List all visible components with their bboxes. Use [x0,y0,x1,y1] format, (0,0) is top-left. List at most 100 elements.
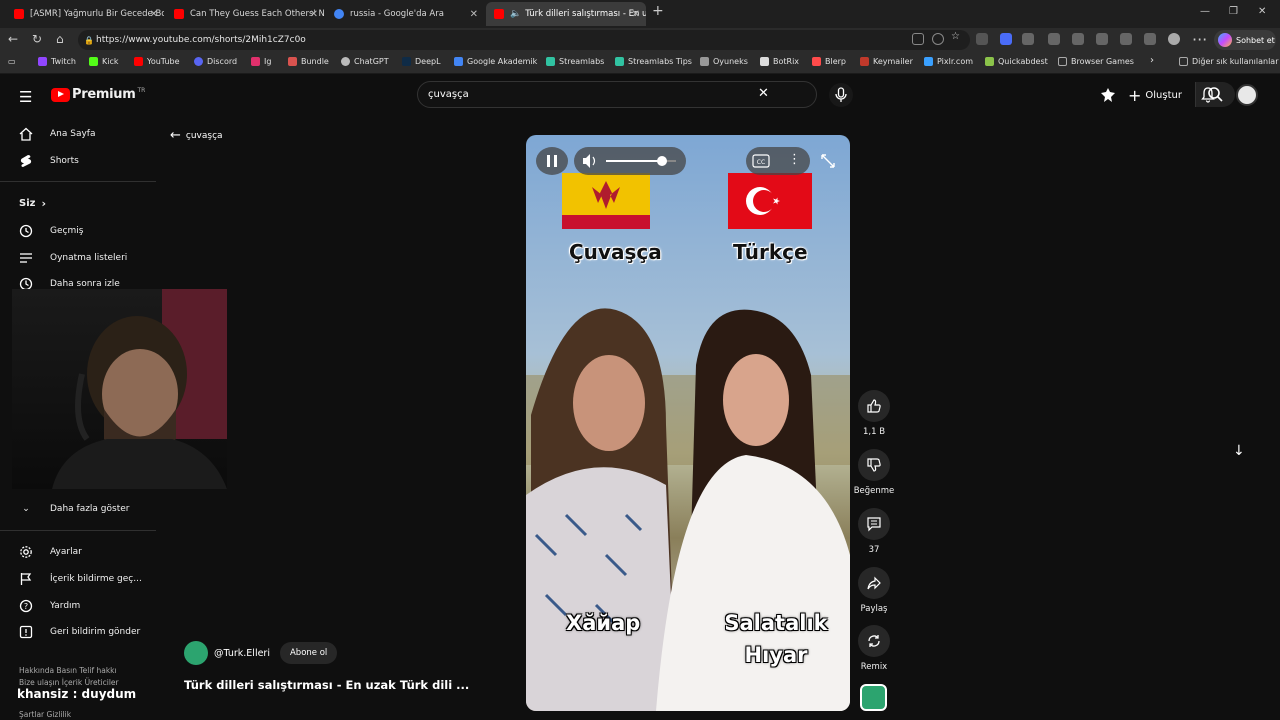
split-screen-icon[interactable] [1048,33,1060,45]
like-button[interactable]: 1,1 B [852,390,896,437]
close-icon[interactable]: ✕ [632,9,640,20]
bookmark-ig[interactable]: Ig [251,57,271,66]
history-icon [19,224,33,238]
bookmark-youtube[interactable]: YouTube [134,57,180,66]
volume-knob[interactable] [657,156,667,166]
remix-button[interactable]: Remix [852,625,896,672]
bookmark-browser-games[interactable]: Browser Games [1058,57,1134,66]
share-icon[interactable] [1144,33,1156,45]
reading-list-icon[interactable]: ▭ [8,57,16,66]
extension-gamepad-icon[interactable] [976,33,988,45]
bookmark-pixlr[interactable]: Pixlr.com [924,57,973,66]
channel-name[interactable]: @Turk.Elleri [214,648,270,659]
tab-title: russia - Google'da Ara [350,9,444,19]
bookmark-deepl[interactable]: DeepL [402,57,441,66]
video-title[interactable]: Türk dilleri salıştırması - En uzak Türk… [184,678,469,692]
tab-asmr[interactable]: [ASMR] Yağmurlu Bir Gecede Boş ✕ [6,2,164,26]
bookmark-kick[interactable]: Kick [89,57,119,66]
volume-slider[interactable] [574,147,686,175]
extension-icon[interactable] [1000,33,1012,45]
bookmark-discord[interactable]: Discord [194,57,237,66]
create-button[interactable]: + Oluştur [1128,86,1182,105]
shorts-back-link[interactable]: ← çuvaşça [170,128,223,143]
collections-icon[interactable] [1096,33,1108,45]
window-close-icon[interactable]: ✕ [1258,6,1266,17]
clear-search-icon[interactable]: ✕ [758,86,769,101]
shorts-video-player[interactable]: Çuvaşça Türkçe Хăйар Salatalık Hıyar CC … [526,135,850,711]
voice-search-button[interactable] [829,83,853,107]
sidebar-item-home[interactable]: Ana Sayfa [19,127,95,141]
notifications-bell-icon[interactable] [1200,86,1216,103]
youtube-premium-logo[interactable]: Premium TR [51,87,145,102]
close-icon[interactable]: ✕ [150,9,158,20]
address-bar[interactable]: 🔒 https://www.youtube.com/shorts/2Mih1cZ… [78,30,970,50]
footer-links-row-2[interactable]: Bize ulaşın İçerik Üreticiler [19,678,119,687]
fullscreen-button[interactable] [814,147,842,175]
subscribe-button[interactable]: Abone ol [279,642,338,664]
back-icon[interactable]: ← [8,32,18,46]
refresh-icon[interactable]: ↻ [32,32,42,46]
comments-button[interactable]: 37 [852,508,896,555]
profile-avatar[interactable] [1168,33,1180,45]
tracking-icon[interactable] [932,33,944,45]
close-icon[interactable]: ✕ [470,9,478,20]
premium-badge-icon[interactable] [1100,87,1116,103]
bookmark-streamlabs-tips[interactable]: Streamlabs Tips [615,57,692,66]
minimize-icon[interactable]: — [1200,6,1210,17]
sidebar-item-report-history[interactable]: İçerik bildirme geç... [19,572,142,586]
bookmark-botrix[interactable]: BotRix [760,57,799,66]
home-icon[interactable]: ⌂ [56,32,64,46]
close-icon[interactable]: ✕ [310,9,318,20]
bookmark-streamlabs[interactable]: Streamlabs [546,57,604,66]
volume-icon [583,154,590,168]
next-video-arrow-down-icon[interactable]: ↓ [1233,443,1245,459]
more-options-icon[interactable]: ⋮ [788,151,801,169]
sidebar-item-playlists[interactable]: Oynatma listeleri [19,251,127,265]
closed-captions-icon[interactable]: CC [752,153,770,169]
oyuneks-icon [700,57,709,66]
comment-count: 37 [868,545,880,555]
bookmark-google-akademik[interactable]: Google Akademik [454,57,537,66]
more-icon[interactable]: ··· [1192,30,1207,49]
favorite-star-icon[interactable]: ☆ [951,31,963,43]
sidebar-item-feedback[interactable]: Geri bildirim gönder [19,625,140,639]
bookmark-twitch[interactable]: Twitch [38,57,76,66]
bookmark-keymailer[interactable]: Keymailer [860,57,913,66]
volume-control[interactable] [574,147,686,175]
sidebar-item-help[interactable]: ? Yardım [19,599,80,613]
share-arrow-icon [867,576,881,590]
chevron-right-icon[interactable]: › [1150,55,1154,66]
channel-avatar[interactable] [184,641,208,665]
tab-google-search[interactable]: russia - Google'da Ara ✕ [326,2,484,26]
tab-turk-dilleri[interactable]: 🔈 Türk dilleri salıştırması - En uza ✕ [486,2,646,26]
sidebar-item-shorts[interactable]: Shorts [19,154,79,168]
footer-links-row-1[interactable]: Hakkında Basın Telif hakkı [19,666,117,675]
sidebar-item-settings[interactable]: Ayarlar [19,545,82,559]
tab-guess-nationality[interactable]: Can They Guess Each Others' Nati ✕ [166,2,324,26]
bookmark-bundle[interactable]: Bundle [288,57,329,66]
footer-links-row-3[interactable]: Şartlar Gizlilik [19,710,71,719]
downloads-icon[interactable] [1120,33,1132,45]
bookmark-quickabdest[interactable]: Quickabdest [985,57,1048,66]
search-input[interactable] [428,82,748,107]
bookmark-chatgpt[interactable]: ChatGPT [341,57,389,66]
install-app-icon[interactable] [912,33,924,45]
account-avatar[interactable] [1236,84,1258,106]
other-bookmarks-folder[interactable]: Diğer sık kullanılanlar [1179,57,1279,66]
bookmark-blerp[interactable]: Blerp [812,57,846,66]
sidebar-show-more[interactable]: ⌄ Daha fazla göster [19,502,129,516]
sidebar-item-history[interactable]: Geçmiş [19,224,83,238]
hamburger-menu-icon[interactable]: ☰ [19,88,32,106]
new-tab-icon[interactable]: + [652,3,664,19]
bookmark-oyuneks[interactable]: Oyuneks [700,57,748,66]
favorites-icon[interactable] [1072,33,1084,45]
sound-channel-thumbnail[interactable] [860,684,887,711]
extensions-puzzle-icon[interactable] [1022,33,1034,45]
share-button[interactable]: Paylaş [852,567,896,614]
copilot-button[interactable]: Sohbet et [1214,30,1276,50]
sidebar-item-label: Daha sonra izle [50,279,120,289]
pause-button[interactable] [536,147,568,175]
dislike-button[interactable]: Beğenme [852,449,896,496]
maximize-icon[interactable]: ❐ [1229,6,1238,17]
sidebar-you-header[interactable]: Siz › [19,197,46,210]
